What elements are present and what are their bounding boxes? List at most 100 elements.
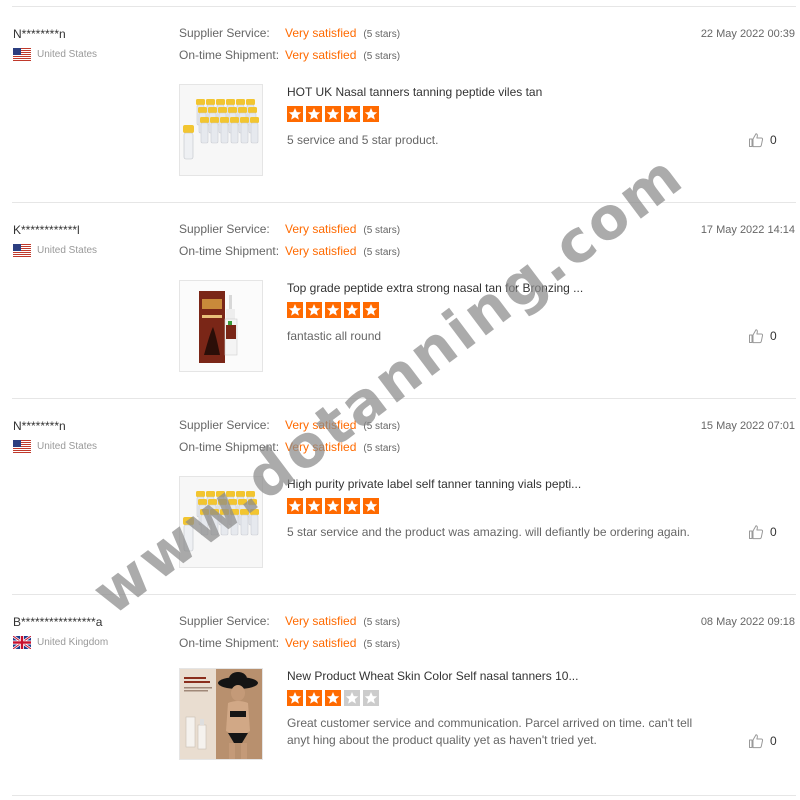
star-filled-icon	[306, 106, 322, 122]
rating-label: Supplier Service:	[179, 418, 270, 432]
us-flag-icon	[13, 48, 31, 61]
star-filled-icon	[363, 302, 379, 318]
divider	[12, 594, 796, 595]
product-thumbnail[interactable]	[179, 668, 263, 760]
thumbs-up-icon	[749, 329, 764, 344]
product-rating-stars	[287, 690, 382, 706]
rating-label: Supplier Service:	[179, 26, 270, 40]
review-item: N********n United States Supplier Service:…	[0, 6, 800, 202]
reviewer-country: United States	[13, 244, 97, 257]
rating-value: Very satisfied	[285, 636, 357, 650]
rating-value: Very satisfied	[285, 222, 357, 236]
reviewer-name: N********n	[13, 419, 66, 433]
star-filled-icon	[344, 498, 360, 514]
star-filled-icon	[287, 106, 303, 122]
star-filled-icon	[363, 498, 379, 514]
on-time-shipment-rating: On-time Shipment: Very satisfied (5 stars)	[179, 48, 400, 62]
reviewer-country: United States	[13, 48, 97, 61]
review-comment: 5 star service and the product was amazi…	[287, 525, 690, 539]
review-comment: fantastic all round	[287, 329, 382, 343]
star-filled-icon	[325, 690, 341, 706]
thumbs-up-icon	[749, 133, 764, 148]
divider	[12, 795, 796, 796]
like-button[interactable]: 0	[748, 733, 777, 749]
star-empty-icon	[363, 690, 379, 706]
star-filled-icon	[344, 302, 360, 318]
review-comment: Great customer service and communication…	[287, 716, 693, 747]
star-filled-icon	[325, 302, 341, 318]
star-filled-icon	[344, 106, 360, 122]
like-button[interactable]: 0	[748, 524, 777, 540]
product-model-image	[180, 669, 262, 759]
rating-stars-text: (5 stars)	[363, 639, 401, 650]
star-filled-icon	[306, 302, 322, 318]
on-time-shipment-rating: On-time Shipment: Very satisfied (5 stars)	[179, 636, 400, 650]
rating-stars-text: (5 stars)	[363, 29, 401, 40]
star-filled-icon	[306, 690, 322, 706]
rating-label: On-time Shipment:	[179, 48, 280, 62]
product-thumbnail[interactable]	[179, 84, 263, 176]
supplier-service-rating: Supplier Service: Very satisfied (5 stars)	[179, 222, 400, 236]
on-time-shipment-rating: On-time Shipment: Very satisfied (5 stars)	[179, 244, 400, 258]
supplier-service-rating: Supplier Service: Very satisfied (5 stars)	[179, 614, 400, 628]
star-filled-icon	[287, 498, 303, 514]
review-date: 15 May 2022 07:01	[700, 420, 795, 432]
us-flag-icon	[13, 244, 31, 257]
divider	[12, 202, 796, 203]
rating-stars-text: (5 stars)	[363, 51, 401, 62]
like-count: 0	[770, 133, 777, 147]
rating-value: Very satisfied	[285, 418, 357, 432]
vials-image	[180, 477, 262, 567]
rating-stars-text: (5 stars)	[363, 617, 401, 628]
product-title-link[interactable]: HOT UK Nasal tanners tanning peptide vil…	[287, 85, 542, 99]
like-count: 0	[770, 329, 777, 343]
like-count: 0	[770, 734, 777, 748]
supplier-service-rating: Supplier Service: Very satisfied (5 stars)	[179, 26, 400, 40]
rating-stars-text: (5 stars)	[363, 247, 401, 258]
reviewer-country: United Kingdom	[13, 636, 108, 649]
country-name: United States	[37, 245, 98, 256]
rating-label: On-time Shipment:	[179, 636, 280, 650]
product-title-link[interactable]: New Product Wheat Skin Color Self nasal …	[287, 669, 578, 683]
review-item: B****************a United Kingdom Supplier…	[0, 594, 800, 790]
country-name: United States	[37, 49, 98, 60]
reviewer-name: N********n	[13, 27, 66, 41]
star-filled-icon	[363, 106, 379, 122]
star-empty-icon	[344, 690, 360, 706]
like-button[interactable]: 0	[748, 328, 777, 344]
review-date: 22 May 2022 00:39	[700, 28, 795, 40]
uk-flag-icon	[13, 636, 31, 649]
rating-stars-text: (5 stars)	[363, 443, 401, 454]
star-filled-icon	[306, 498, 322, 514]
product-rating-stars	[287, 106, 382, 122]
product-thumbnail[interactable]	[179, 280, 263, 372]
rating-value: Very satisfied	[285, 48, 357, 62]
review-comment: 5 service and 5 star product.	[287, 133, 439, 147]
vials-image	[180, 85, 262, 175]
star-filled-icon	[325, 498, 341, 514]
rating-value: Very satisfied	[285, 614, 357, 628]
country-name: United States	[37, 441, 98, 452]
rating-value: Very satisfied	[285, 440, 357, 454]
product-rating-stars	[287, 498, 382, 514]
supplier-service-rating: Supplier Service: Very satisfied (5 stars)	[179, 418, 400, 432]
review-item: K************l United States Supplier Serv…	[0, 202, 800, 398]
rating-label: On-time Shipment:	[179, 440, 280, 454]
like-button[interactable]: 0	[748, 132, 777, 148]
country-name: United Kingdom	[37, 637, 109, 648]
product-thumbnail[interactable]	[179, 476, 263, 568]
rating-label: Supplier Service:	[179, 614, 270, 628]
on-time-shipment-rating: On-time Shipment: Very satisfied (5 stars)	[179, 440, 400, 454]
product-title-link[interactable]: High purity private label self tanner ta…	[287, 477, 581, 491]
thumbs-up-icon	[749, 734, 764, 749]
review-item: N********n United States Supplier Service:…	[0, 398, 800, 594]
product-rating-stars	[287, 302, 382, 318]
reviewer-name: K************l	[13, 223, 80, 237]
reviewer-name: B****************a	[13, 615, 103, 629]
product-title-link[interactable]: Top grade peptide extra strong nasal tan…	[287, 281, 583, 295]
nasal-spray-box-image	[180, 281, 262, 371]
divider	[12, 6, 796, 7]
star-filled-icon	[325, 106, 341, 122]
star-filled-icon	[287, 302, 303, 318]
star-filled-icon	[287, 690, 303, 706]
